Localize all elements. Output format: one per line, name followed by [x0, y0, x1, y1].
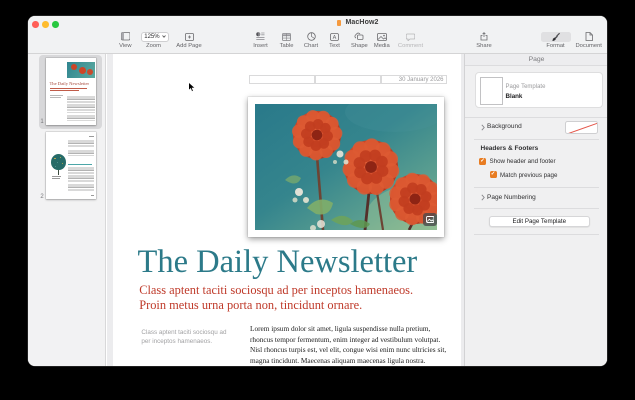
svg-text:A: A [333, 35, 337, 41]
